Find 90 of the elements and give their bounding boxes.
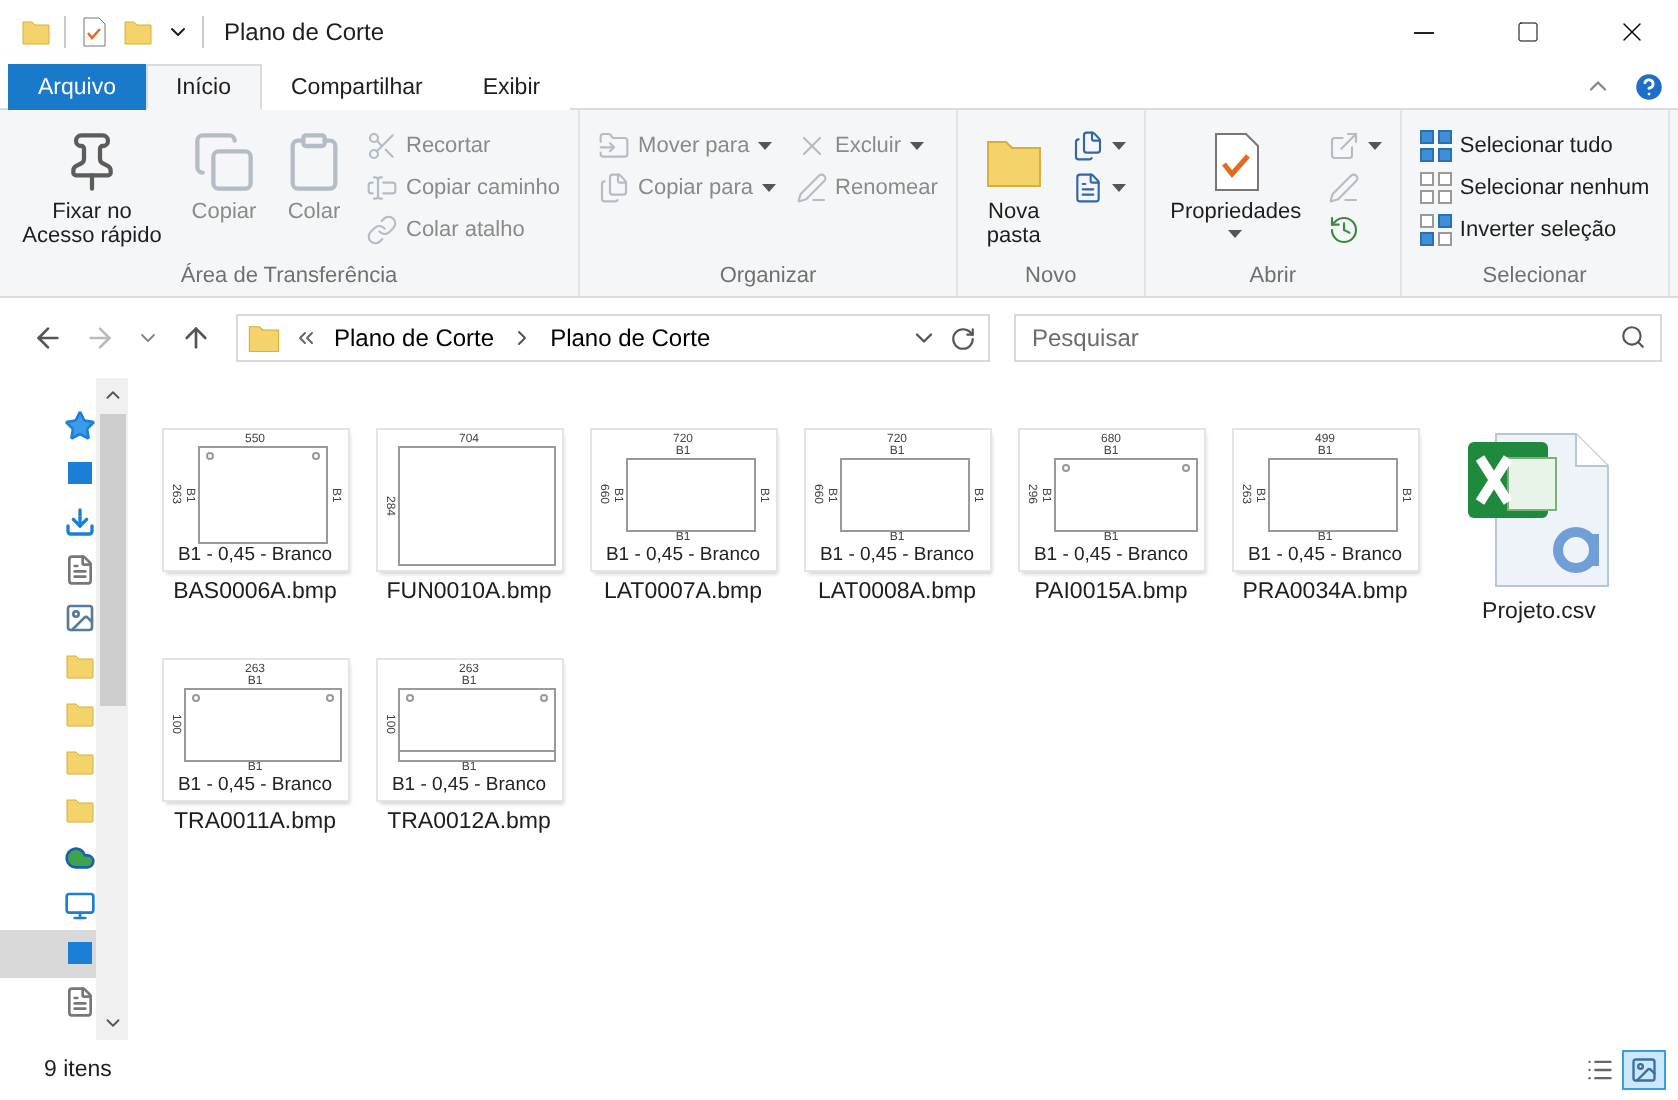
minimize-icon: [1414, 31, 1434, 33]
ribbon-button[interactable]: Nova pasta: [969, 118, 1058, 258]
star-icon: [64, 410, 96, 442]
folder-icon: [64, 746, 96, 778]
file-name: LAT0007A.bmp: [603, 580, 763, 604]
ribbon-button[interactable]: Selecionar tudo: [1413, 126, 1656, 166]
hole-icon: [539, 694, 547, 702]
document-icon: [64, 554, 96, 586]
folder-icon: [122, 16, 154, 48]
maximize-icon: [1516, 20, 1540, 44]
document-icon: [64, 986, 96, 1018]
folder-icon: [20, 16, 52, 48]
hole-icon: [1181, 464, 1189, 472]
hole-icon: [205, 452, 213, 460]
open-icon: [1327, 130, 1360, 162]
view-button[interactable]: [1622, 1050, 1666, 1090]
folder-icon: [64, 794, 96, 826]
desktop-icon: [64, 458, 96, 490]
item-count: 9 itens: [44, 1058, 112, 1082]
folder-icon: [64, 650, 96, 682]
scissors-icon: [366, 130, 398, 162]
hole-icon: [1061, 464, 1069, 472]
copy-icon: [192, 130, 256, 194]
overflow-icon: [294, 326, 318, 350]
file-name: BAS0006A.bmp: [173, 580, 337, 604]
file-name: PAI0015A.bmp: [1034, 580, 1188, 604]
file-name: Projeto.csv: [1482, 600, 1596, 624]
sidebar-item[interactable]: [0, 930, 96, 978]
file-item[interactable]: Projeto.csv: [1432, 430, 1646, 624]
document-icon: [1071, 172, 1104, 204]
ribbon-tab[interactable]: Arquivo: [8, 64, 146, 110]
monitor-icon: [64, 890, 96, 922]
scrollbar[interactable]: [96, 378, 128, 1040]
file-name: FUN0010A.bmp: [386, 580, 552, 604]
group-label: Abrir: [1249, 262, 1296, 292]
invert-selection-icon: [1419, 214, 1452, 246]
copy-to-icon: [598, 172, 631, 204]
hole-icon: [405, 694, 413, 702]
hole-icon: [325, 694, 333, 702]
folder-icon: [64, 698, 96, 730]
desktop-icon: [64, 938, 96, 970]
file-name: TRA0011A.bmp: [174, 810, 336, 834]
group-label: Novo: [1025, 262, 1077, 292]
file-name: TRA0012A.bmp: [387, 810, 551, 834]
download-icon: [64, 506, 96, 538]
ribbon-button[interactable]: Selecionar nenhum: [1413, 168, 1656, 208]
new-item-icon: [1071, 130, 1104, 162]
ribbon-button[interactable]: Inverter seleção: [1413, 210, 1656, 250]
hole-icon: [311, 452, 319, 460]
picture-icon: [64, 602, 96, 634]
edit-icon: [1327, 172, 1360, 204]
group-label: Área de Transferência: [180, 261, 398, 292]
forward-arrow-icon: [84, 322, 116, 354]
thumbnail-caption: B1 - 0,45 - Branco: [819, 544, 975, 566]
history-icon: [1327, 214, 1360, 246]
details-view-icon: [1586, 1056, 1614, 1084]
back-arrow-icon: [32, 322, 64, 354]
folder-icon: [246, 320, 282, 356]
breadcrumb[interactable]: Plano de Corte: [330, 324, 499, 352]
ribbon-button[interactable]: Fixar no Acesso rápido: [12, 118, 172, 258]
search-field[interactable]: Pesquisar: [1014, 314, 1662, 362]
path-icon: [366, 172, 398, 204]
select-all-icon: [1419, 130, 1452, 162]
large-icons-view-icon: [1630, 1056, 1658, 1084]
spreadsheet-file-icon: [1463, 430, 1615, 590]
thumbnail-caption: B1 - 0,45 - Branco: [605, 544, 761, 566]
link-icon: [366, 214, 398, 246]
refresh-icon[interactable]: [950, 325, 976, 351]
thumbnail-caption: B1 - 0,45 - Branco: [1247, 544, 1403, 566]
select-none-icon: [1419, 172, 1452, 204]
group-label: Organizar: [719, 262, 817, 292]
ribbon-button[interactable]: Propriedades: [1157, 118, 1314, 258]
group-label: Selecionar: [1482, 262, 1587, 292]
hole-icon: [191, 694, 199, 702]
help-icon[interactable]: [1632, 69, 1666, 103]
file-name: PRA0034A.bmp: [1242, 580, 1408, 604]
breadcrumb[interactable]: Plano de Corte: [546, 324, 715, 352]
document-check-icon: [78, 16, 110, 48]
search-icon: [1620, 324, 1646, 350]
cloud-icon: [64, 842, 96, 874]
thumbnail-caption: B1 - 0,45 - Branco: [177, 774, 333, 796]
rename-icon: [795, 172, 828, 204]
address-bar[interactable]: Plano de Corte Plano de Corte: [236, 314, 990, 362]
window-title: Plano de Corte: [224, 18, 387, 46]
thumbnail-caption: B1 - 0,45 - Branco: [177, 544, 333, 566]
move-icon: [598, 130, 631, 162]
thumbnail-caption: B1 - 0,45 - Branco: [391, 774, 547, 796]
thumbnail-caption: B1 - 0,45 - Branco: [1033, 544, 1189, 566]
file-name: LAT0008A.bmp: [817, 580, 977, 604]
ribbon-tab[interactable]: Início: [146, 64, 261, 110]
